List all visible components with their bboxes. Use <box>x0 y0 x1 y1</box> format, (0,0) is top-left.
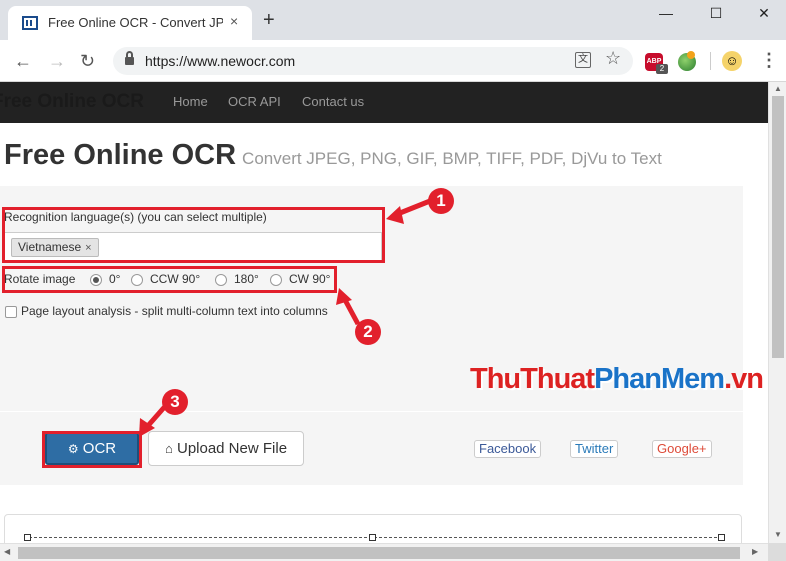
vertical-scroll-thumb[interactable] <box>772 96 784 358</box>
watermark-part-1: ThuThuat <box>470 363 595 395</box>
scrollbar-corner <box>768 543 786 561</box>
annotation-step-1: 1 <box>428 188 454 214</box>
annotation-step-2: 2 <box>355 319 381 345</box>
horizontal-scroll-thumb[interactable] <box>18 547 740 559</box>
scroll-up-icon[interactable]: ▲ <box>774 84 782 93</box>
horizontal-scrollbar[interactable]: ◀ ▶ <box>0 543 768 561</box>
scroll-down-icon[interactable]: ▼ <box>774 530 782 539</box>
watermark: ThuThuatPhanMem.vn <box>470 363 764 396</box>
scroll-right-icon[interactable]: ▶ <box>752 547 758 556</box>
vertical-scrollbar[interactable]: ▲ ▼ <box>768 82 786 543</box>
annotation-arrows <box>139 198 431 437</box>
watermark-part-3: .vn <box>724 363 764 395</box>
scroll-left-icon[interactable]: ◀ <box>4 547 10 556</box>
annotation-step-3: 3 <box>162 389 188 415</box>
watermark-part-2: PhanMem <box>594 363 725 395</box>
